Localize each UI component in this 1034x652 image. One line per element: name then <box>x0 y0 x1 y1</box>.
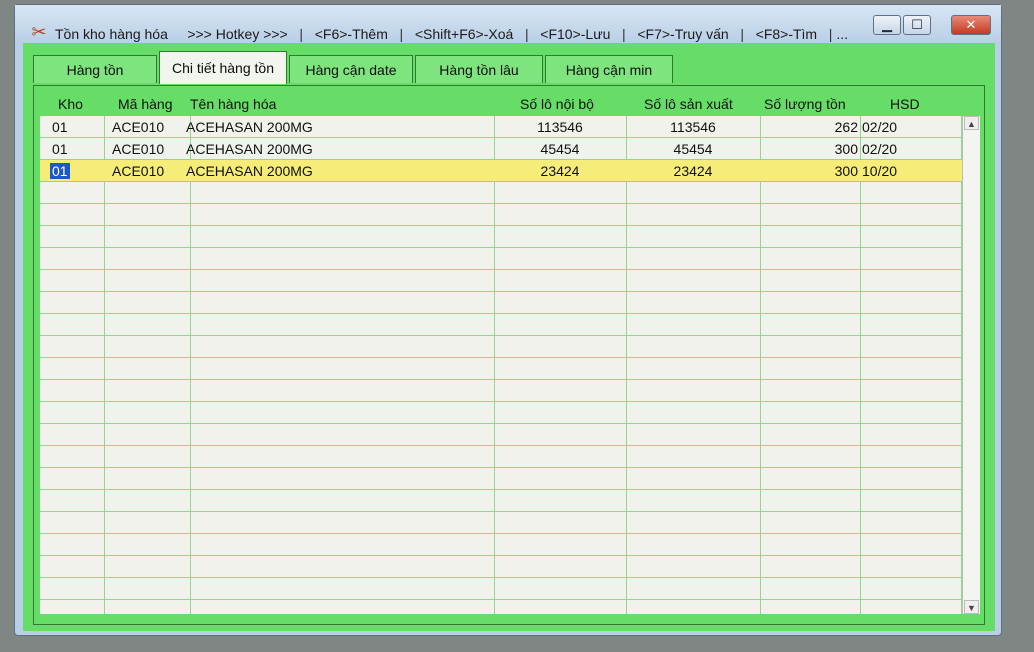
client-area: Hàng tồn Chi tiết hàng tồn Hàng cận date… <box>23 43 995 631</box>
hotkey-delete: <Shift+F6>-Xoá <box>414 26 514 42</box>
hotkey-label: >>> Hotkey >>> <box>187 26 288 42</box>
minimize-icon: ▁ <box>882 17 892 32</box>
cell-so-luong-ton[interactable]: 262 <box>760 119 858 135</box>
empty-row[interactable] <box>40 468 962 490</box>
inventory-window: ✂ Tồn kho hàng hóa >>> Hotkey >>> | <F6>… <box>14 4 1002 636</box>
cell-hsd[interactable]: 02/20 <box>862 119 897 135</box>
cell-so-lo-noi-bo[interactable]: 45454 <box>494 141 626 157</box>
empty-row[interactable] <box>40 578 962 600</box>
cell-ten-hang[interactable]: ACEHASAN 200MG <box>186 163 313 179</box>
cell-ma-hang[interactable]: ACE010 <box>112 163 164 179</box>
empty-row[interactable] <box>40 270 962 292</box>
title-bar[interactable]: ✂ Tồn kho hàng hóa >>> Hotkey >>> | <F6>… <box>15 5 1001 43</box>
window-title: Tồn kho hàng hóa <box>55 26 168 42</box>
empty-row[interactable] <box>40 534 962 556</box>
cell-hsd[interactable]: 02/20 <box>862 141 897 157</box>
tab-hang-can-min[interactable]: Hàng cận min <box>545 55 673 83</box>
tab-panel: Kho Mã hàng Tên hàng hóa Số lô nội bộ Số… <box>33 85 985 625</box>
cell-so-luong-ton[interactable]: 300 <box>760 141 858 157</box>
title-text: Tồn kho hàng hóa >>> Hotkey >>> | <F6>-T… <box>55 26 848 42</box>
empty-row[interactable] <box>40 314 962 336</box>
empty-row[interactable] <box>40 512 962 534</box>
cell-so-lo-san-xuat[interactable]: 113546 <box>626 119 760 135</box>
inventory-grid[interactable]: Kho Mã hàng Tên hàng hóa Số lô nội bộ Số… <box>40 94 980 618</box>
empty-row[interactable] <box>40 380 962 402</box>
maximize-button[interactable]: ☐ <box>903 15 931 35</box>
hotkey-query: <F7>-Truy vấn <box>637 26 729 42</box>
col-so-lo-noi-bo[interactable]: Số lô nội bộ <box>520 96 594 112</box>
hotkey-more: ... <box>836 26 848 42</box>
cell-ma-hang[interactable]: ACE010 <box>112 141 164 157</box>
cell-so-lo-san-xuat[interactable]: 23424 <box>626 163 760 179</box>
cell-ten-hang[interactable]: ACEHASAN 200MG <box>186 119 313 135</box>
cell-so-lo-noi-bo[interactable]: 113546 <box>494 119 626 135</box>
table-row[interactable]: 01 ACE010 ACEHASAN 200MG 113546 113546 262 02/… <box>40 116 962 138</box>
cell-kho[interactable]: 01 <box>52 119 68 135</box>
maximize-icon: ☐ <box>911 17 923 32</box>
table-row[interactable]: 01 ACE010 ACEHASAN 200MG 45454 45454 300 02/20 <box>40 138 962 160</box>
empty-row[interactable] <box>40 292 962 314</box>
col-so-lo-san-xuat[interactable]: Số lô sản xuất <box>644 96 733 112</box>
cell-so-lo-san-xuat[interactable]: 45454 <box>626 141 760 157</box>
grid-body[interactable]: 01 ACE010 ACEHASAN 200MG 113546 113546 262 02/… <box>40 116 962 614</box>
empty-row[interactable] <box>40 182 962 204</box>
tools-icon: ✂ <box>31 22 47 42</box>
hotkey-save: <F10>-Lưu <box>540 26 611 42</box>
cell-ten-hang[interactable]: ACEHASAN 200MG <box>186 141 313 157</box>
cell-kho[interactable]: 01 <box>50 163 70 179</box>
tab-hang-ton-lau[interactable]: Hàng tồn lâu <box>415 55 543 83</box>
cell-hsd[interactable]: 10/20 <box>862 163 897 179</box>
empty-row[interactable] <box>40 358 962 380</box>
empty-row[interactable] <box>40 490 962 512</box>
empty-row[interactable] <box>40 336 962 358</box>
col-ma-hang[interactable]: Mã hàng <box>118 96 172 112</box>
grid-header: Kho Mã hàng Tên hàng hóa Số lô nội bộ Số… <box>40 94 980 116</box>
hotkey-search: <F8>-Tìm <box>755 26 818 42</box>
close-icon: ✕ <box>965 17 977 32</box>
scroll-up-arrow-icon[interactable]: ▲ <box>964 116 979 130</box>
cell-so-lo-noi-bo[interactable]: 23424 <box>494 163 626 179</box>
scroll-down-arrow-icon[interactable]: ▼ <box>964 600 979 614</box>
empty-row[interactable] <box>40 446 962 468</box>
tab-chi-tiet-hang-ton[interactable]: Chi tiết hàng tồn <box>159 51 287 84</box>
cell-so-luong-ton[interactable]: 300 <box>760 163 858 179</box>
empty-row[interactable] <box>40 226 962 248</box>
empty-row[interactable] <box>40 402 962 424</box>
tab-hang-ton[interactable]: Hàng tồn <box>33 55 157 83</box>
minimize-button[interactable]: ▁ <box>873 15 901 35</box>
cell-kho[interactable]: 01 <box>52 141 68 157</box>
empty-row[interactable] <box>40 556 962 578</box>
tab-hang-can-date[interactable]: Hàng cận date <box>289 55 413 83</box>
cell-ma-hang[interactable]: ACE010 <box>112 119 164 135</box>
hotkey-add: <F6>-Thêm <box>314 26 388 42</box>
col-so-luong-ton[interactable]: Số lượng tồn <box>764 96 846 112</box>
col-hsd[interactable]: HSD <box>890 96 920 112</box>
col-kho[interactable]: Kho <box>58 96 83 112</box>
col-ten-hang-hoa[interactable]: Tên hàng hóa <box>190 96 276 112</box>
empty-row[interactable] <box>40 600 962 614</box>
empty-row[interactable] <box>40 424 962 446</box>
close-button[interactable]: ✕ <box>951 15 991 35</box>
table-row[interactable]: 01 ACE010 ACEHASAN 200MG 23424 23424 300 10/20 <box>40 160 962 182</box>
empty-row[interactable] <box>40 204 962 226</box>
vertical-scrollbar[interactable]: ▲ ▼ <box>962 116 980 614</box>
empty-row[interactable] <box>40 248 962 270</box>
